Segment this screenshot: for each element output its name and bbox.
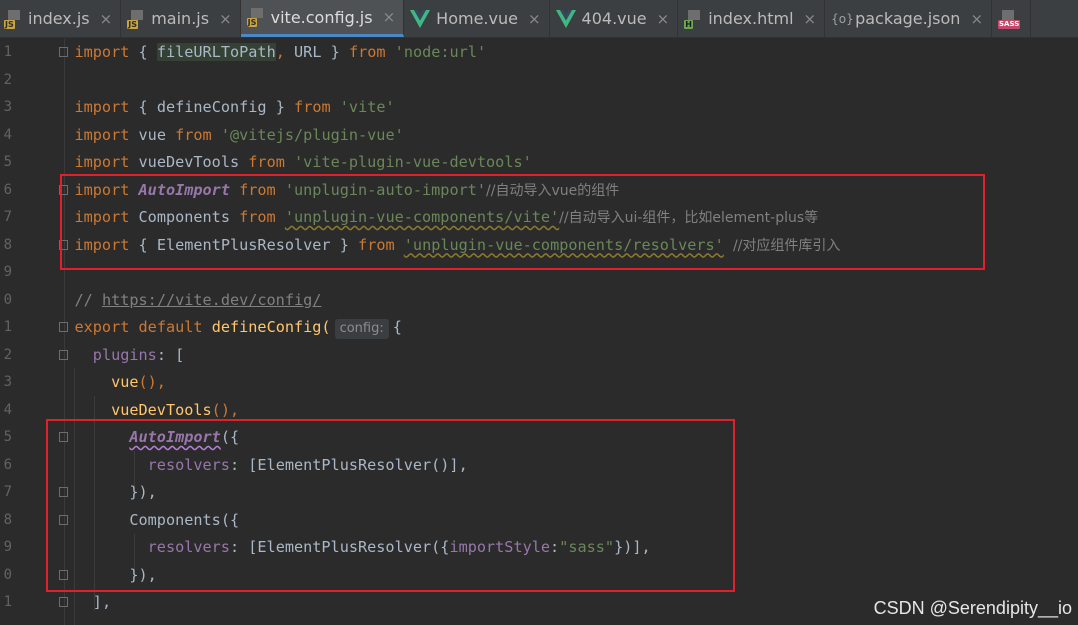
tab-label: 404.vue xyxy=(581,9,647,28)
line-number: 5 xyxy=(3,429,12,445)
fold-marker-icon[interactable] xyxy=(59,349,68,360)
tab-label: package.json xyxy=(855,9,961,28)
fold-marker-icon[interactable] xyxy=(59,597,68,607)
line-number: 4 xyxy=(3,126,12,143)
tab-main-js[interactable]: JS main.js × xyxy=(121,0,241,37)
json-file-icon: {o} xyxy=(831,11,854,26)
code-text: import { defineConfig } from 'vite' xyxy=(74,98,395,116)
close-icon[interactable]: × xyxy=(528,10,541,28)
line-number: 2 xyxy=(3,346,12,363)
line-number: 1 xyxy=(3,44,12,60)
js-file-icon: JS xyxy=(127,8,146,29)
line-number: 8 xyxy=(3,511,12,528)
code-text: vue(), xyxy=(111,373,166,391)
line-number: 1 xyxy=(3,319,12,335)
line-number: 3 xyxy=(3,99,12,115)
tab-label: Home.vue xyxy=(436,9,518,28)
tab-label: vite.config.js xyxy=(270,7,373,27)
code-line: 3 vue(), xyxy=(0,369,1078,397)
sass-file-icon: SASS xyxy=(998,8,1021,29)
line-number: 3 xyxy=(3,374,12,390)
line-number: 6 xyxy=(3,181,12,198)
code-editor[interactable]: 1 import { fileURLToPath, URL } from 'no… xyxy=(0,39,1078,625)
line-number: 2 xyxy=(3,71,12,88)
line-number: 9 xyxy=(3,264,12,280)
code-line: 1 import { fileURLToPath, URL } from 'no… xyxy=(0,39,1078,67)
tab-package-json[interactable]: {o} package.json × xyxy=(825,0,993,37)
code-line: 0 // https://vite.dev/config/ xyxy=(0,287,1078,315)
tab-index-js[interactable]: JS index.js × xyxy=(0,0,122,37)
code-text: plugins: [ xyxy=(92,345,185,364)
tab-label: index.js xyxy=(28,9,90,28)
vue-file-icon xyxy=(555,9,576,28)
tab-label: index.html xyxy=(708,9,794,28)
line-number: 5 xyxy=(3,154,12,170)
code-text: export default defineConfig(config:{ xyxy=(75,314,402,342)
tab-index-html[interactable]: H index.html × xyxy=(678,0,826,37)
parameter-hint: config: xyxy=(334,319,389,339)
tab-label: main.js xyxy=(151,9,210,28)
js-file-icon: JS xyxy=(246,7,265,27)
code-line: 4 import vue from '@vitejs/plugin-vue' xyxy=(0,122,1078,150)
tab-home-vue[interactable]: Home.vue × xyxy=(404,0,550,37)
close-icon[interactable]: × xyxy=(100,10,113,28)
vue-file-icon xyxy=(410,9,431,28)
tab-404-vue[interactable]: 404.vue × xyxy=(550,0,679,37)
code-line: 5 import vueDevTools from 'vite-plugin-v… xyxy=(0,149,1078,177)
js-file-icon: JS xyxy=(4,8,22,29)
fold-marker-icon[interactable] xyxy=(59,47,68,57)
close-icon[interactable]: × xyxy=(657,10,670,28)
watermark: CSDN @Serendipity__io xyxy=(873,598,1072,618)
doc-link[interactable]: https://vite.dev/config/ xyxy=(102,291,321,309)
line-number: 4 xyxy=(3,401,12,418)
fold-marker-icon[interactable] xyxy=(59,322,68,332)
line-number: 7 xyxy=(3,484,12,500)
code-text: // https://vite.dev/config/ xyxy=(74,290,322,309)
line-number: 6 xyxy=(3,456,12,473)
code-text: ], xyxy=(92,593,112,611)
highlight-box-plugins xyxy=(46,419,735,592)
code-line: 3 import { defineConfig } from 'vite' xyxy=(0,94,1078,122)
line-number: 1 xyxy=(3,594,12,610)
html-file-icon: H xyxy=(684,8,703,29)
tab-vite-config-js[interactable]: JS vite.config.js × xyxy=(240,0,405,37)
close-icon[interactable]: × xyxy=(383,8,396,26)
editor-tab-bar: JS index.js × JS main.js × JS vite.confi… xyxy=(0,0,1078,38)
line-number: 0 xyxy=(3,291,12,308)
code-text: import vue from '@vitejs/plugin-vue' xyxy=(74,125,404,144)
code-line: 2 plugins: [ xyxy=(0,342,1078,370)
code-line: 2 xyxy=(0,67,1078,95)
line-number: 8 xyxy=(3,236,12,253)
line-number: 9 xyxy=(3,539,12,555)
tab-sass-file[interactable]: SASS xyxy=(992,0,1032,37)
highlight-box-imports xyxy=(60,174,985,270)
code-text: import { fileURLToPath, URL } from 'node… xyxy=(74,43,487,61)
close-icon[interactable]: × xyxy=(970,10,983,28)
close-icon[interactable]: × xyxy=(804,10,817,28)
code-text: import vueDevTools from 'vite-plugin-vue… xyxy=(74,153,532,171)
close-icon[interactable]: × xyxy=(219,10,232,28)
line-number: 7 xyxy=(3,209,12,225)
code-line: 1 export default defineConfig(config:{ xyxy=(0,314,1078,342)
line-number: 0 xyxy=(3,566,12,583)
